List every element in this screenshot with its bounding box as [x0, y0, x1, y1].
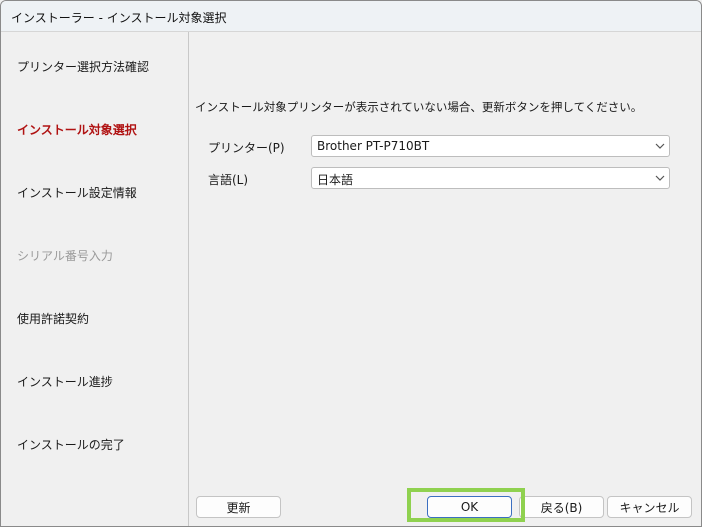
step-install-progress: インストール進捗 [17, 375, 113, 389]
printer-dropdown[interactable]: Brother PT-P710BT [311, 135, 670, 157]
printer-label: プリンター(P) [208, 141, 285, 155]
chevron-down-icon [655, 175, 665, 181]
step-license-agreement: 使用許諾契約 [17, 312, 90, 326]
step-install-complete: インストールの完了 [17, 438, 125, 452]
title-bar: インストーラー - インストール対象選択 [1, 1, 701, 32]
window-title: インストーラー - インストール対象選択 [11, 11, 227, 25]
step-printer-selection-method: プリンター選択方法確認 [17, 60, 150, 74]
step-install-settings: インストール設定情報 [17, 186, 137, 200]
language-label: 言語(L) [208, 173, 249, 187]
instruction-text: インストール対象プリンターが表示されていない場合、更新ボタンを押してください。 [195, 100, 643, 114]
chevron-down-icon [655, 143, 665, 149]
cancel-button[interactable]: キャンセル [607, 496, 692, 518]
installer-window: インストーラー - インストール対象選択 プリンター選択方法確認 インストール対… [0, 0, 702, 527]
main-content: インストール対象プリンターが表示されていない場合、更新ボタンを押してください。 … [189, 32, 701, 526]
refresh-button[interactable]: 更新 [196, 496, 281, 518]
step-install-target: インストール対象選択 [17, 123, 137, 137]
back-button[interactable]: 戻る(B) [519, 496, 604, 518]
step-serial-number: シリアル番号入力 [17, 249, 113, 263]
printer-dropdown-value: Brother PT-P710BT [317, 139, 430, 153]
language-dropdown[interactable]: 日本語 [311, 167, 670, 189]
steps-sidebar: プリンター選択方法確認 インストール対象選択 インストール設定情報 シリアル番号… [1, 32, 188, 526]
ok-highlight-frame [407, 488, 525, 522]
language-dropdown-value: 日本語 [317, 173, 354, 187]
